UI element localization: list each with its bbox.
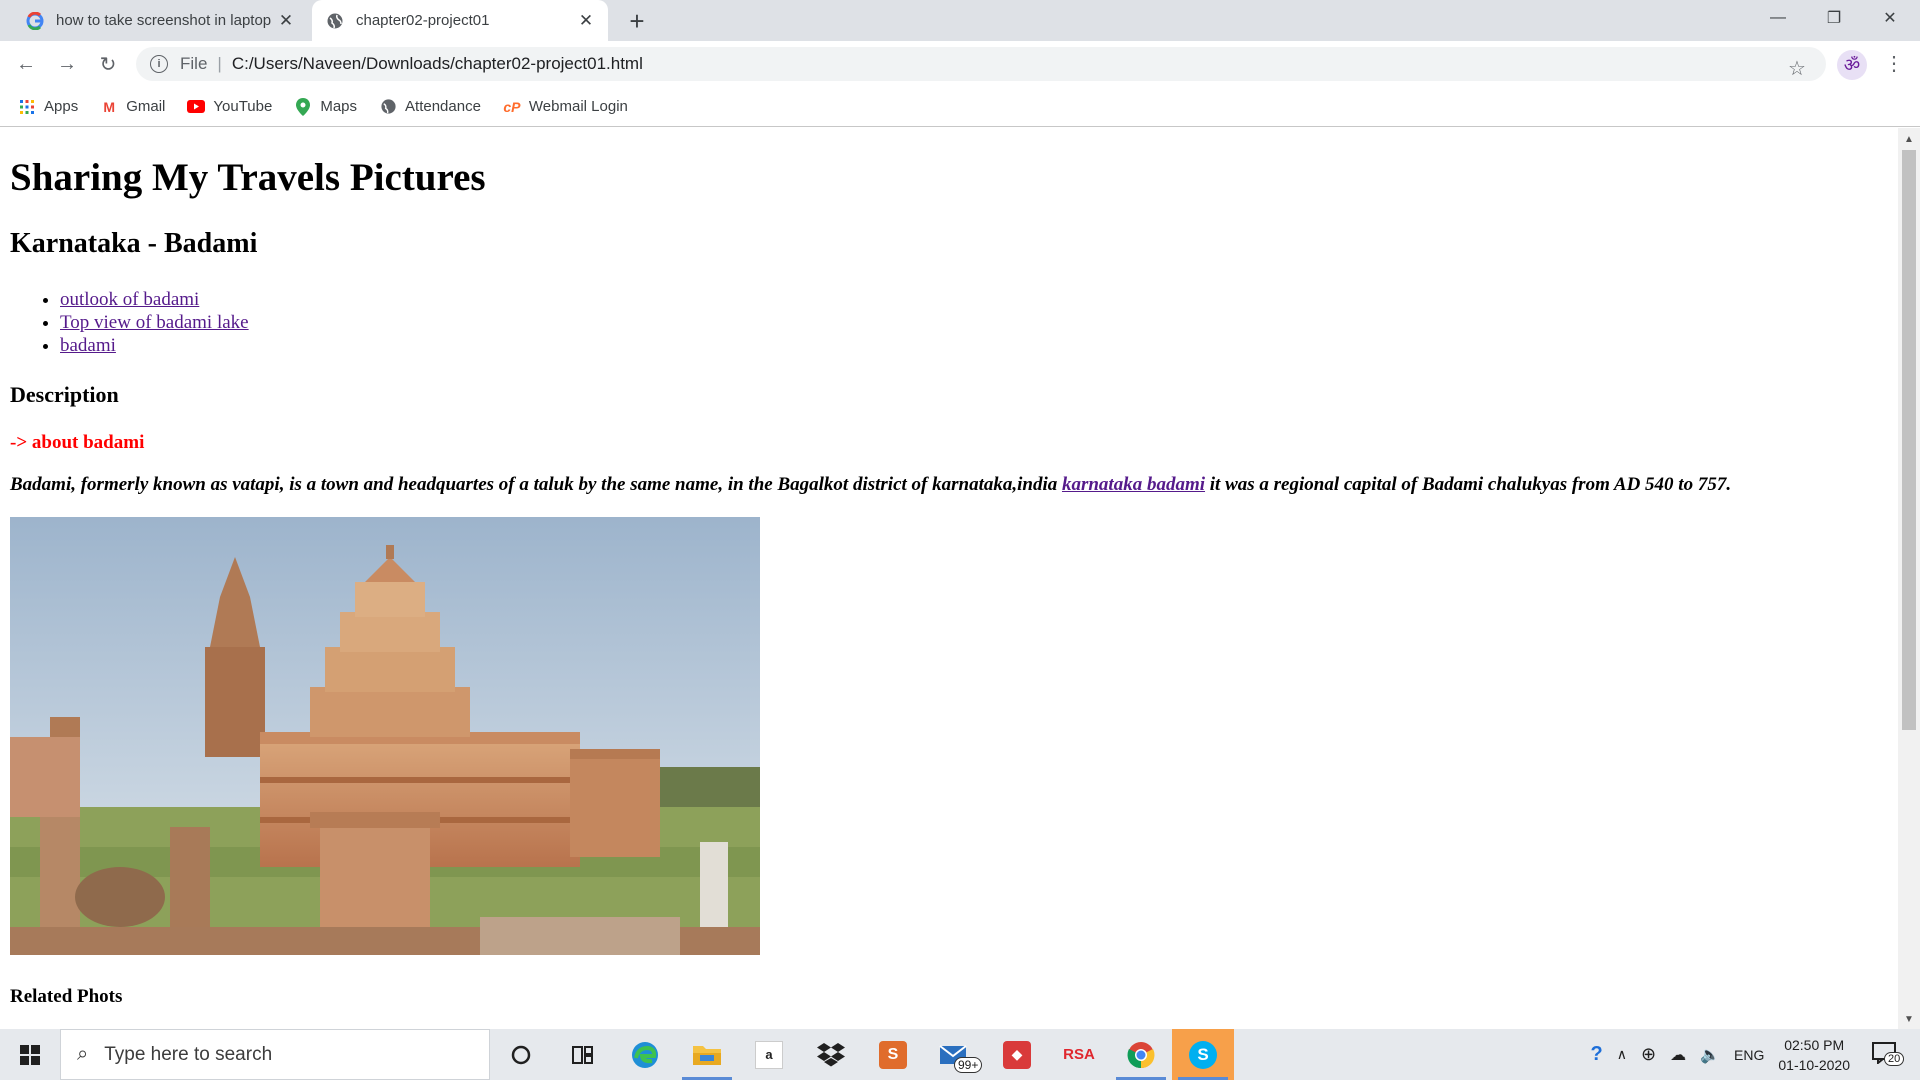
info-icon[interactable]: i <box>150 55 168 73</box>
url-text[interactable]: C:/Users/Naveen/Downloads/chapter02-proj… <box>232 54 643 74</box>
language-indicator[interactable]: ENG <box>1734 1047 1764 1063</box>
clock-time: 02:50 PM <box>1784 1036 1845 1053</box>
tab-chapter02[interactable]: chapter02-project01 ✕ <box>312 0 608 41</box>
cortana-icon[interactable] <box>490 1029 552 1080</box>
globe-icon <box>326 12 344 30</box>
related-photos-heading: Related Phots <box>10 986 123 1007</box>
file-explorer-icon[interactable] <box>676 1029 738 1080</box>
description-part: it was a regional capital of Badami chal… <box>1205 474 1732 495</box>
google-icon <box>26 11 44 30</box>
task-view-icon[interactable] <box>552 1029 614 1080</box>
dropbox-icon[interactable] <box>800 1029 862 1080</box>
system-tray: ? ∧ ⊕ ☁ 🔈 ENG 02:50 PM 01-10-2020 20 <box>1591 1029 1920 1080</box>
scroll-up-icon[interactable]: ▲ <box>1904 134 1914 145</box>
search-placeholder: Type here to search <box>104 1043 273 1065</box>
taskbar-search-box[interactable]: ⌕ Type here to search <box>60 1029 490 1080</box>
description-text: Badami, formerly known as vatapi, is a t… <box>10 474 1731 496</box>
chevron-up-icon[interactable]: ∧ <box>1617 1046 1627 1063</box>
scrollbar-thumb[interactable] <box>1902 150 1916 730</box>
bookmarks-bar: Apps M Gmail YouTube Maps Attendance cP … <box>0 87 1920 127</box>
rsa-icon[interactable]: RSA <box>1048 1029 1110 1080</box>
cpanel-icon: cP <box>503 98 521 115</box>
git-icon[interactable]: ◆ <box>986 1029 1048 1080</box>
page-subtitle: Karnataka - Badami <box>10 228 258 259</box>
description-heading: Description <box>10 382 119 407</box>
help-icon[interactable]: ? <box>1591 1043 1603 1066</box>
network-globe-icon[interactable]: ⊕ <box>1641 1044 1656 1065</box>
restore-icon[interactable]: ❐ <box>1806 0 1862 36</box>
windows-taskbar: ⌕ Type here to search a S 99+ ◆ RSA S ? … <box>0 1029 1920 1080</box>
bookmark-attendance[interactable]: Attendance <box>379 98 481 116</box>
volume-icon[interactable]: 🔈 <box>1700 1045 1720 1065</box>
sublime-text-icon[interactable]: S <box>862 1029 924 1080</box>
new-tab-button[interactable]: + <box>622 6 652 36</box>
apps-grid-icon <box>18 98 36 116</box>
tab-strip: how to take screenshot in laptop ✕ chapt… <box>0 0 1920 41</box>
browser-toolbar: ← → ↻ i File | C:/Users/Naveen/Downloads… <box>0 41 1920 87</box>
maps-pin-icon <box>294 97 312 116</box>
mail-icon[interactable]: 99+ <box>924 1029 986 1080</box>
tab-title: how to take screenshot in laptop <box>56 12 272 29</box>
link-top-view-badami-lake[interactable]: Top view of badami lake <box>60 312 249 333</box>
chrome-icon[interactable] <box>1110 1029 1172 1080</box>
address-bar[interactable]: i File | C:/Users/Naveen/Downloads/chapt… <box>136 47 1826 81</box>
photo-links-list: outlook of badami Top view of badami lak… <box>44 288 249 357</box>
link-badami[interactable]: badami <box>60 335 116 356</box>
globe-icon <box>379 98 397 116</box>
bookmark-webmail[interactable]: cP Webmail Login <box>503 98 628 116</box>
bookmark-apps[interactable]: Apps <box>18 98 78 116</box>
bookmark-label: Attendance <box>405 98 481 115</box>
bookmark-label: Maps <box>320 98 358 115</box>
description-part: Badami, formerly known as vatapi, is a t… <box>10 474 1062 495</box>
skype-icon[interactable]: S <box>1172 1029 1234 1080</box>
bookmark-label: Webmail Login <box>528 98 628 115</box>
rsa-label: RSA <box>1063 1046 1095 1063</box>
back-icon[interactable]: ← <box>10 48 42 80</box>
bookmark-label: Gmail <box>126 98 166 115</box>
edge-icon[interactable] <box>614 1029 676 1080</box>
onedrive-icon[interactable]: ☁ <box>1670 1045 1686 1065</box>
forward-icon[interactable]: → <box>51 48 83 80</box>
bookmark-gmail[interactable]: M Gmail <box>100 98 165 116</box>
clock[interactable]: 02:50 PM 01-10-2020 <box>1778 1035 1850 1075</box>
windows-start-icon[interactable] <box>0 1029 60 1080</box>
close-tab-icon[interactable]: ✕ <box>274 9 298 33</box>
notification-badge: 20 <box>1884 1052 1905 1066</box>
clock-date: 01-10-2020 <box>1778 1056 1850 1073</box>
tab-google-search[interactable]: how to take screenshot in laptop ✕ <box>12 0 308 41</box>
link-outlook-of-badami[interactable]: outlook of badami <box>60 289 199 310</box>
search-icon: ⌕ <box>77 1043 89 1065</box>
page-content: Sharing My Travels Pictures Karnataka - … <box>0 128 1898 1029</box>
reload-icon[interactable]: ↻ <box>92 48 124 80</box>
gmail-icon: M <box>103 98 116 115</box>
bookmark-label: Apps <box>44 98 79 115</box>
close-tab-icon[interactable]: ✕ <box>574 9 598 33</box>
list-item: outlook of badami <box>60 288 249 311</box>
bookmark-maps[interactable]: Maps <box>294 97 358 116</box>
mail-badge: 99+ <box>954 1057 983 1073</box>
page-title: Sharing My Travels Pictures <box>10 156 486 199</box>
amazon-icon[interactable]: a <box>738 1029 800 1080</box>
profile-avatar[interactable]: ॐ <box>1837 50 1867 80</box>
bookmark-youtube[interactable]: YouTube <box>187 98 272 116</box>
about-heading: -> about badami <box>10 432 145 453</box>
youtube-icon <box>187 98 206 116</box>
list-item: Top view of badami lake <box>60 311 249 334</box>
link-karnataka-badami[interactable]: karnataka badami <box>1062 474 1205 495</box>
scroll-down-icon[interactable]: ▼ <box>1904 1014 1914 1025</box>
close-window-icon[interactable]: ✕ <box>1862 0 1918 36</box>
more-menu-icon[interactable]: ⋮ <box>1884 51 1904 76</box>
notifications-icon[interactable]: 20 <box>1872 1042 1912 1067</box>
url-scheme: File <box>180 54 208 73</box>
divider: | <box>217 54 222 73</box>
bookmark-label: YouTube <box>213 98 273 115</box>
bookmark-star-icon[interactable]: ☆ <box>1788 56 1806 81</box>
tab-title: chapter02-project01 <box>356 12 490 29</box>
badami-temple-photo <box>10 517 760 955</box>
page-scrollbar[interactable]: ▲ ▼ <box>1898 128 1920 1029</box>
minimize-icon[interactable]: — <box>1750 0 1806 36</box>
list-item: badami <box>60 334 249 357</box>
